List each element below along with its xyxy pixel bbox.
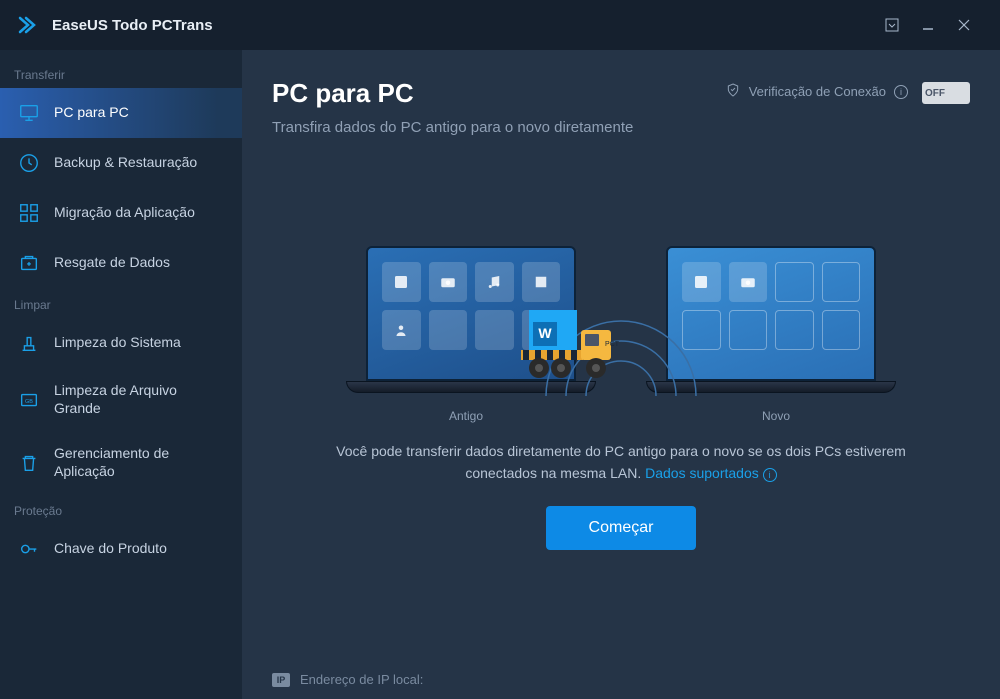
empty-slot-icon xyxy=(775,262,814,302)
broom-icon xyxy=(18,332,40,354)
sidebar-item-label: Migração da Aplicação xyxy=(54,204,195,222)
ip-badge-icon: IP xyxy=(272,673,290,687)
sidebar-item-app-migration[interactable]: Migração da Aplicação xyxy=(0,188,242,238)
svg-text:PCT: PCT xyxy=(605,341,620,348)
key-icon xyxy=(18,538,40,560)
apps-icon xyxy=(18,202,40,224)
sidebar-section-protect: Proteção xyxy=(0,494,242,524)
connection-verify-toggle[interactable]: OFF xyxy=(922,82,970,104)
user-app-icon xyxy=(382,310,421,350)
monitor-icon xyxy=(18,102,40,124)
app-logo-icon xyxy=(18,15,42,35)
main-content: PC para PC Transfira dados do PC antigo … xyxy=(242,50,1000,699)
word-app-icon xyxy=(382,262,421,302)
minimize-button[interactable] xyxy=(910,7,946,43)
empty-slot-icon xyxy=(822,262,861,302)
shield-check-icon xyxy=(725,82,741,101)
sidebar-item-label: Chave do Produto xyxy=(54,540,167,558)
supported-data-link[interactable]: Dados suportados i xyxy=(645,465,777,481)
sidebar-item-pc-to-pc[interactable]: PC para PC xyxy=(0,88,242,138)
sidebar-item-label: Resgate de Dados xyxy=(54,254,170,272)
empty-slot-icon xyxy=(682,310,721,350)
empty-slot-icon xyxy=(822,310,861,350)
sidebar-item-label: Gerenciamento de Aplicação xyxy=(54,445,224,480)
close-button[interactable] xyxy=(946,7,982,43)
titlebar: EaseUS Todo PCTrans xyxy=(0,0,1000,50)
svg-text:GB: GB xyxy=(25,398,33,404)
sidebar-item-label: Backup & Restauração xyxy=(54,154,197,172)
empty-slot-icon xyxy=(729,310,768,350)
camera-app-icon xyxy=(729,262,768,302)
page-subtitle: Transfira dados do PC antigo para o novo… xyxy=(272,117,652,138)
trash-icon xyxy=(18,452,40,474)
local-ip-label: Endereço de IP local: xyxy=(300,672,423,687)
app-title: EaseUS Todo PCTrans xyxy=(52,17,213,34)
info-icon: i xyxy=(763,468,777,482)
start-button[interactable]: Começar xyxy=(546,506,696,550)
old-pc-illustration xyxy=(366,246,576,393)
sidebar-item-backup-restore[interactable]: Backup & Restauração xyxy=(0,138,242,188)
word-app-icon xyxy=(682,262,721,302)
info-icon[interactable]: i xyxy=(894,85,908,99)
music-app-icon xyxy=(475,262,514,302)
generic-app-icon xyxy=(429,310,468,350)
sidebar-section-clean: Limpar xyxy=(0,288,242,318)
sidebar-item-app-management[interactable]: Gerenciamento de Aplicação xyxy=(0,431,242,494)
sidebar-item-large-file-cleanup[interactable]: GB Limpeza de Arquivo Grande xyxy=(0,368,242,431)
new-pc-illustration xyxy=(666,246,876,393)
footer: IP Endereço de IP local: xyxy=(242,658,1000,699)
generic-app-icon xyxy=(522,310,561,350)
description-text: Você pode transferir dados diretamente d… xyxy=(242,423,1000,484)
sidebar-item-data-rescue[interactable]: Resgate de Dados xyxy=(0,238,242,288)
page-title: PC para PC xyxy=(272,78,725,109)
generic-app-icon xyxy=(522,262,561,302)
sidebar-item-label: Limpeza de Arquivo Grande xyxy=(54,382,224,417)
sidebar-item-label: Limpeza do Sistema xyxy=(54,334,181,352)
illustration: W PCT Antigo xyxy=(242,138,1000,658)
dropdown-menu-button[interactable] xyxy=(874,7,910,43)
large-file-icon: GB xyxy=(18,389,40,411)
old-pc-label: Antigo xyxy=(361,409,571,423)
camera-app-icon xyxy=(429,262,468,302)
backup-icon xyxy=(18,152,40,174)
connection-verify-label: Verificação de Conexão i xyxy=(725,82,908,101)
empty-slot-icon xyxy=(775,310,814,350)
sidebar-item-label: PC para PC xyxy=(54,104,129,122)
sidebar-item-product-key[interactable]: Chave do Produto xyxy=(0,524,242,574)
generic-app-icon xyxy=(475,310,514,350)
new-pc-label: Novo xyxy=(671,409,881,423)
sidebar-section-transfer: Transferir xyxy=(0,58,242,88)
sidebar-item-system-cleanup[interactable]: Limpeza do Sistema xyxy=(0,318,242,368)
sidebar: Transferir PC para PC Backup & Restauraç… xyxy=(0,50,242,699)
rescue-icon xyxy=(18,252,40,274)
